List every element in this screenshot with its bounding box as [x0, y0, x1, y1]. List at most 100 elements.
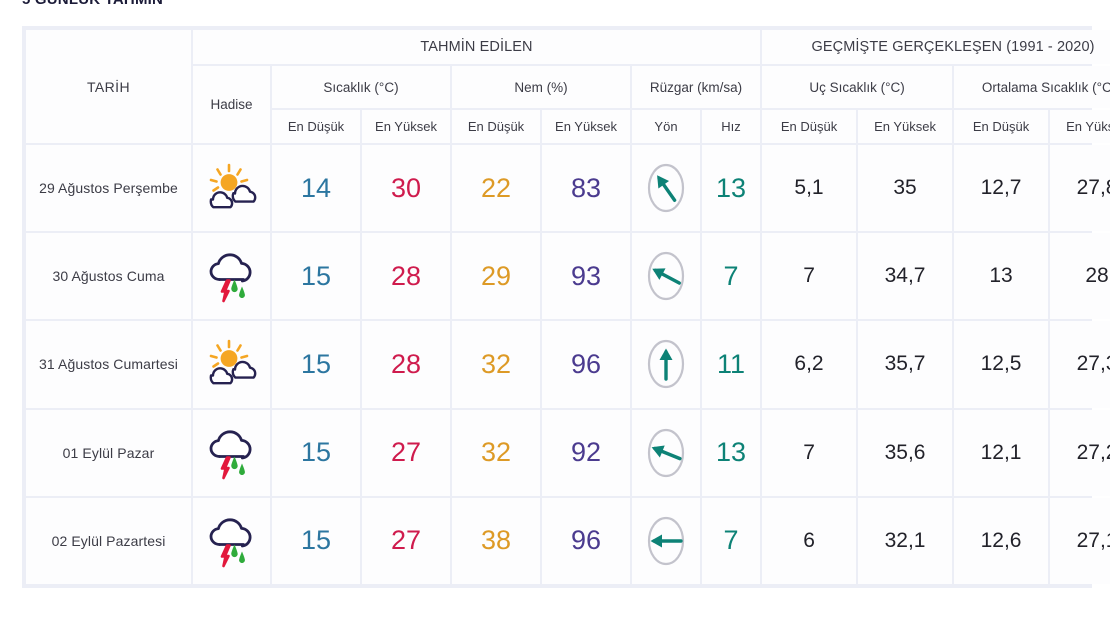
field-header-uc-en-dusuk: En Düşük [762, 110, 857, 143]
humidity-min-value: 38 [480, 525, 512, 556]
cell-hist-avg-max: 27,3 [1050, 321, 1110, 408]
subgroup-header-nem: Nem (%) [452, 66, 630, 108]
temp-min-value: 15 [300, 260, 332, 291]
arrow-east-icon [647, 516, 685, 565]
column-header-tarih: TARİH [26, 30, 191, 143]
forecast-panel: 5 GÜNLÜK TAHMİN TARİH TAHMİN EDİ [0, 0, 1110, 625]
temp-min-value: 15 [300, 525, 332, 556]
cell-humidity-min: 32 [452, 321, 540, 408]
cell-wind-direction [632, 497, 700, 584]
cell-weather-icon [193, 497, 270, 584]
cell-humidity-max: 93 [542, 233, 630, 320]
humidity-min-value: 32 [480, 437, 512, 468]
hist-extreme-min-value: 6 [803, 528, 815, 552]
temp-min-value: 15 [300, 437, 332, 468]
cell-hist-extreme-min: 7 [762, 233, 857, 320]
field-header-ortalama-en-yuksek: En Yüksek [1050, 110, 1110, 143]
cell-date: 02 Eylül Pazartesi [26, 497, 191, 584]
humidity-min-value: 32 [480, 348, 512, 379]
cell-wind-direction [632, 145, 700, 232]
hist-extreme-max-value: 35,6 [884, 440, 926, 464]
temp-max-value: 28 [390, 260, 422, 291]
cell-temp-min: 15 [272, 233, 360, 320]
cell-hist-extreme-max: 34,7 [858, 233, 953, 320]
cell-humidity-max: 83 [542, 145, 630, 232]
field-header-uc-en-yuksek: En Yüksek [858, 110, 953, 143]
group-header-historical: GEÇMİŞTE GERÇEKLEŞEN (1991 - 2020) [762, 30, 1110, 64]
cell-temp-max: 30 [362, 145, 450, 232]
cell-hist-avg-max: 27,2 [1050, 409, 1110, 496]
hist-extreme-max-value: 35 [893, 176, 917, 200]
arrow-south-icon [647, 340, 685, 389]
cell-humidity-max: 96 [542, 497, 630, 584]
cell-temp-min: 15 [272, 409, 360, 496]
humidity-max-value: 83 [570, 172, 602, 203]
cell-hist-avg-min: 12,7 [954, 145, 1049, 232]
cell-weather-icon [193, 233, 270, 320]
thunderstorm-rain-icon [209, 253, 251, 303]
humidity-min-value: 29 [480, 260, 512, 291]
cell-date: 01 Eylül Pazar [26, 409, 191, 496]
field-header-nem-en-yuksek: En Yüksek [542, 110, 630, 143]
hist-avg-min-value: 12,7 [980, 176, 1022, 200]
cell-humidity-min: 32 [452, 409, 540, 496]
table-row: 01 Eylül Pazar 15 27 32 92 13 7 35,6 12,… [26, 409, 1110, 496]
cell-hist-extreme-max: 32,1 [858, 497, 953, 584]
cell-humidity-min: 29 [452, 233, 540, 320]
table-row: 29 Ağustos Perşembe 14 30 22 83 13 5,1 3… [26, 145, 1110, 232]
hist-avg-min-value: 12,5 [980, 352, 1022, 376]
forecast-table: TARİH TAHMİN EDİLEN GEÇMİŞTE GERÇEKLEŞEN… [24, 28, 1110, 586]
hist-extreme-min-value: 6,2 [794, 352, 824, 376]
cell-humidity-max: 96 [542, 321, 630, 408]
field-header-nem-en-dusuk: En Düşük [452, 110, 540, 143]
cell-temp-max: 27 [362, 497, 450, 584]
cell-wind-direction [632, 409, 700, 496]
cell-hist-avg-min: 12,6 [954, 497, 1049, 584]
wind-speed-value: 11 [717, 348, 746, 379]
wind-speed-value: 7 [723, 260, 739, 291]
temp-max-value: 27 [390, 525, 422, 556]
cell-humidity-min: 38 [452, 497, 540, 584]
humidity-max-value: 93 [570, 260, 602, 291]
field-header-ruzgar-hiz: Hız [702, 110, 761, 143]
cell-date: 30 Ağustos Cuma [26, 233, 191, 320]
wind-speed-value: 7 [723, 525, 739, 556]
wind-speed-value: 13 [715, 172, 747, 203]
forecast-table-container: TARİH TAHMİN EDİLEN GEÇMİŞTE GERÇEKLEŞEN… [22, 26, 1110, 588]
cell-humidity-max: 92 [542, 409, 630, 496]
cell-wind-speed: 13 [702, 409, 761, 496]
humidity-max-value: 96 [570, 348, 602, 379]
subgroup-header-sicaklik: Sıcaklık (°C) [272, 66, 450, 108]
cell-temp-min: 15 [272, 321, 360, 408]
table-row: 30 Ağustos Cuma 15 28 29 93 7 7 34,7 13 … [26, 233, 1110, 320]
cell-temp-max: 28 [362, 321, 450, 408]
cell-date: 29 Ağustos Perşembe [26, 145, 191, 232]
cell-weather-icon [193, 409, 270, 496]
hist-avg-min-value: 12,6 [980, 528, 1022, 552]
arrow-south-east-icon [647, 163, 685, 213]
hist-avg-max-value: 27,8 [1076, 176, 1110, 200]
cell-temp-min: 15 [272, 497, 360, 584]
hist-extreme-min-value: 5,1 [794, 176, 824, 200]
header-row-groups: TARİH TAHMİN EDİLEN GEÇMİŞTE GERÇEKLEŞEN… [26, 30, 1110, 143]
cell-wind-speed: 7 [702, 497, 761, 584]
cell-weather-icon [193, 145, 270, 232]
temp-min-value: 15 [300, 348, 332, 379]
cell-hist-avg-min: 12,5 [954, 321, 1049, 408]
hist-extreme-max-value: 35,7 [884, 352, 926, 376]
arrow-east-south-east-icon [647, 428, 685, 477]
column-header-hadise: Hadise [193, 66, 270, 143]
field-header-ortalama-en-dusuk: En Düşük [954, 110, 1049, 143]
hist-extreme-min-value: 7 [803, 440, 815, 464]
cell-date: 31 Ağustos Cumartesi [26, 321, 191, 408]
cell-hist-extreme-max: 35,7 [858, 321, 953, 408]
hist-extreme-max-value: 32,1 [884, 528, 926, 552]
thunderstorm-rain-icon [209, 518, 251, 568]
cell-hist-avg-max: 27,8 [1050, 145, 1110, 232]
cell-temp-max: 28 [362, 233, 450, 320]
cell-hist-extreme-min: 5,1 [762, 145, 857, 232]
cell-hist-extreme-max: 35 [858, 145, 953, 232]
hist-avg-min-value: 13 [989, 264, 1013, 288]
hist-avg-max-value: 28 [1085, 264, 1109, 288]
table-row: 02 Eylül Pazartesi 15 27 38 96 7 6 32,1 … [26, 497, 1110, 584]
